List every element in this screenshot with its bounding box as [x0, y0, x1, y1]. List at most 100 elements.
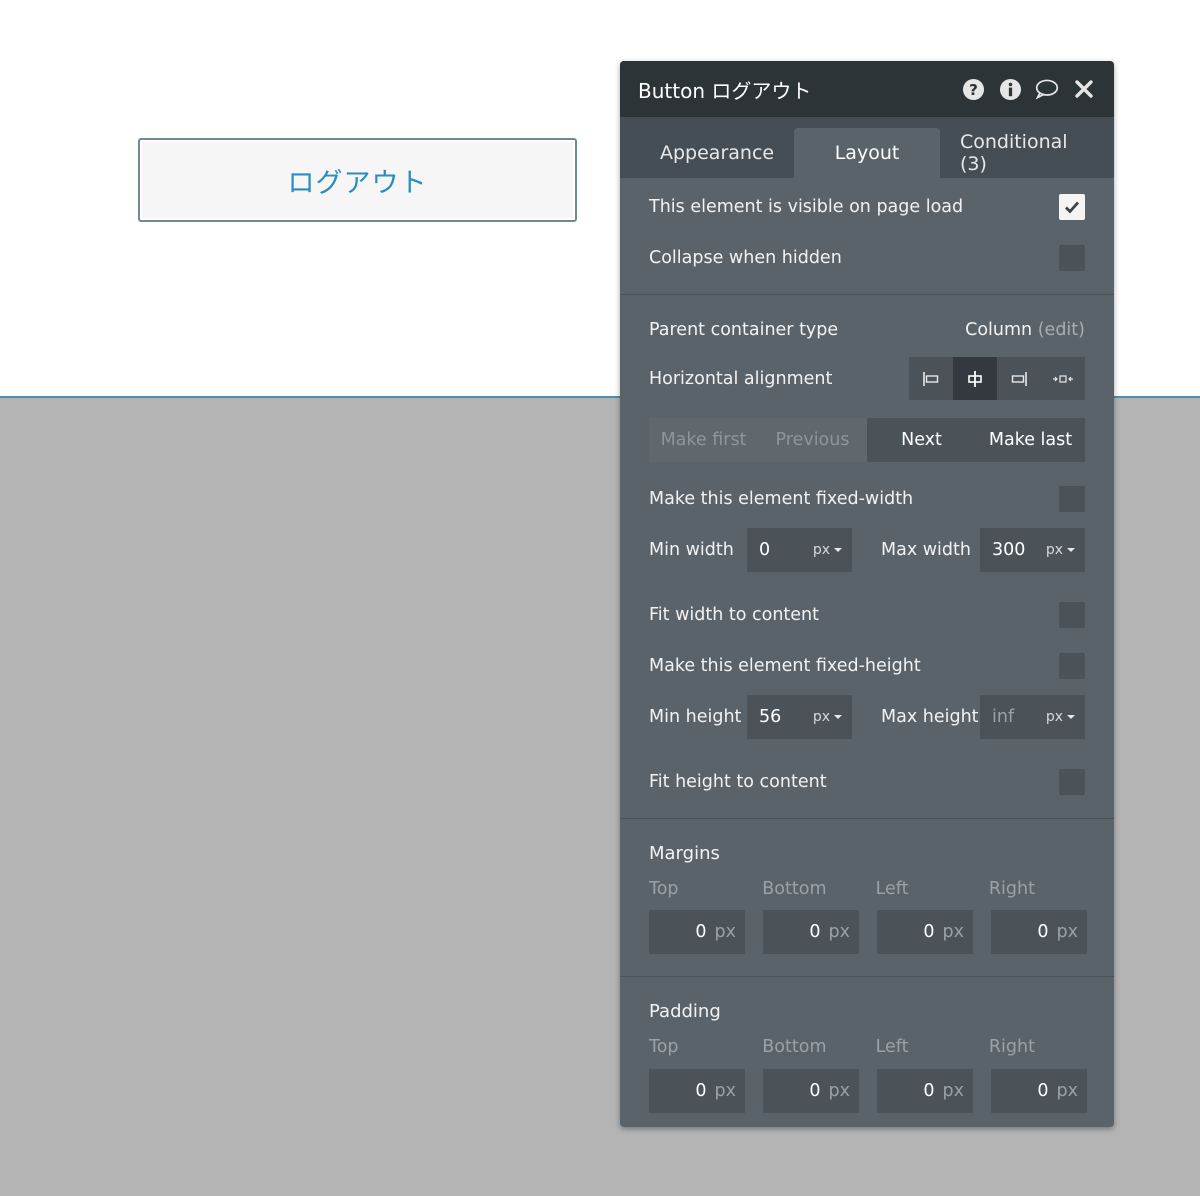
tab-appearance[interactable]: Appearance	[640, 128, 794, 178]
make-first-button[interactable]: Make first	[649, 418, 758, 462]
fit-width-checkbox[interactable]	[1059, 602, 1085, 628]
section-divider	[620, 294, 1114, 295]
max-height-unit-dropdown[interactable]: px	[1046, 709, 1075, 725]
padding-top-value: 0	[695, 1081, 707, 1101]
fixed-height-checkbox[interactable]	[1059, 653, 1085, 679]
margin-bottom-label: Bottom	[762, 879, 827, 899]
section-divider	[620, 818, 1114, 819]
max-height-input[interactable]: inf px	[980, 695, 1085, 739]
padding-top-label: Top	[649, 1037, 679, 1057]
close-icon[interactable]	[1072, 77, 1096, 101]
max-width-unit-dropdown[interactable]: px	[1046, 542, 1075, 558]
margin-right-label: Right	[988, 879, 1035, 899]
fit-width-label: Fit width to content	[649, 605, 820, 625]
logout-button[interactable]: ログアウト	[138, 138, 577, 222]
padding-top-input[interactable]: 0 px	[649, 1069, 745, 1113]
margin-right-unit: px	[1056, 922, 1078, 942]
align-left-icon	[923, 371, 939, 386]
padding-title: Padding	[649, 1001, 721, 1022]
margin-top-value: 0	[695, 922, 707, 942]
edit-container-link[interactable]: (edit)	[1038, 320, 1085, 340]
chevron-down-icon	[1067, 715, 1075, 719]
min-width-label: Min width	[649, 540, 734, 560]
padding-right-value: 0	[1037, 1081, 1049, 1101]
margin-left-unit: px	[942, 922, 964, 942]
margin-left-label: Left	[875, 879, 909, 899]
visible-on-load-row: This element is visible on page load	[649, 191, 1085, 223]
visible-on-load-label: This element is visible on page load	[649, 197, 964, 217]
padding-left-label: Left	[875, 1037, 909, 1057]
margin-left-input[interactable]: 0 px	[877, 910, 973, 954]
margins-title: Margins	[649, 843, 720, 864]
collapse-hidden-label: Collapse when hidden	[649, 248, 842, 268]
tab-layout[interactable]: Layout	[794, 128, 940, 178]
padding-left-input[interactable]: 0 px	[877, 1069, 973, 1113]
max-width-value: 300	[992, 540, 1026, 560]
comment-icon[interactable]	[1035, 77, 1059, 101]
align-left-button[interactable]	[909, 357, 953, 400]
margin-bottom-value: 0	[809, 922, 821, 942]
collapse-hidden-checkbox[interactable]	[1059, 245, 1085, 271]
section-divider	[620, 976, 1114, 977]
panel-title: Button ログアウト	[638, 78, 812, 103]
fixed-width-label: Make this element fixed-width	[649, 489, 914, 509]
max-width-label: Max width	[881, 540, 971, 560]
padding-bottom-unit: px	[828, 1081, 850, 1101]
max-height-value: inf	[992, 707, 1015, 727]
fit-width-row: Fit width to content	[649, 599, 1085, 631]
parent-container-row: Parent container type Column (edit)	[649, 314, 1085, 346]
margin-top-input[interactable]: 0 px	[649, 910, 745, 954]
fixed-width-checkbox[interactable]	[1059, 486, 1085, 512]
min-height-unit-dropdown[interactable]: px	[813, 709, 842, 725]
padding-left-unit: px	[942, 1081, 964, 1101]
help-icon[interactable]: ?	[961, 77, 985, 101]
align-right-button[interactable]	[997, 357, 1041, 400]
padding-bottom-input[interactable]: 0 px	[763, 1069, 859, 1113]
align-center-icon	[968, 370, 982, 387]
margin-top-label: Top	[649, 879, 679, 899]
fixed-width-row: Make this element fixed-width	[649, 483, 1085, 515]
align-center-button[interactable]	[953, 357, 997, 400]
collapse-hidden-row: Collapse when hidden	[649, 242, 1085, 274]
padding-right-input[interactable]: 0 px	[991, 1069, 1087, 1113]
margin-right-value: 0	[1037, 922, 1049, 942]
align-stretch-button[interactable]	[1041, 357, 1085, 400]
horizontal-alignment-label: Horizontal alignment	[649, 368, 833, 389]
min-width-value: 0	[759, 540, 771, 560]
fit-height-checkbox[interactable]	[1059, 769, 1085, 795]
padding-labels: Top Bottom Left Right	[649, 1037, 1102, 1057]
parent-container-label: Parent container type	[649, 320, 839, 340]
margins-inputs: 0 px 0 px 0 px 0 px	[649, 910, 1087, 954]
margin-right-input[interactable]: 0 px	[991, 910, 1087, 954]
margin-bottom-input[interactable]: 0 px	[763, 910, 859, 954]
min-height-unit: px	[812, 709, 830, 725]
horizontal-alignment-row: Horizontal alignment	[649, 357, 1085, 400]
fit-height-row: Fit height to content	[649, 766, 1085, 798]
min-width-unit: px	[812, 542, 830, 558]
checkmark-icon	[1065, 201, 1080, 214]
element-order-group: Make first Previous Next Make last	[649, 418, 1085, 462]
padding-bottom-label: Bottom	[762, 1037, 827, 1057]
min-width-unit-dropdown[interactable]: px	[813, 542, 842, 558]
height-limits-row: Min height 56 px Max height inf px	[649, 695, 1085, 739]
max-height-unit: px	[1045, 709, 1063, 725]
padding-left-value: 0	[923, 1081, 935, 1101]
chevron-down-icon	[834, 548, 842, 552]
make-last-button[interactable]: Make last	[976, 418, 1085, 462]
tab-conditional[interactable]: Conditional (3)	[940, 128, 1114, 178]
chevron-down-icon	[1067, 548, 1075, 552]
tab-bar: Appearance Layout Conditional (3)	[620, 117, 1114, 178]
max-height-label: Max height	[881, 707, 979, 727]
visible-on-load-checkbox[interactable]	[1059, 194, 1085, 220]
previous-button[interactable]: Previous	[758, 418, 867, 462]
align-right-icon	[1011, 371, 1027, 386]
max-width-input[interactable]: 300 px	[980, 528, 1085, 572]
next-button[interactable]: Next	[867, 418, 976, 462]
margin-top-unit: px	[714, 922, 736, 942]
min-height-input[interactable]: 56 px	[747, 695, 852, 739]
info-icon[interactable]	[998, 77, 1022, 101]
parent-container-value: Column	[965, 320, 1033, 340]
panel-header: Button ログアウト ?	[620, 61, 1114, 117]
horizontal-alignment-group	[909, 357, 1085, 400]
min-width-input[interactable]: 0 px	[747, 528, 852, 572]
